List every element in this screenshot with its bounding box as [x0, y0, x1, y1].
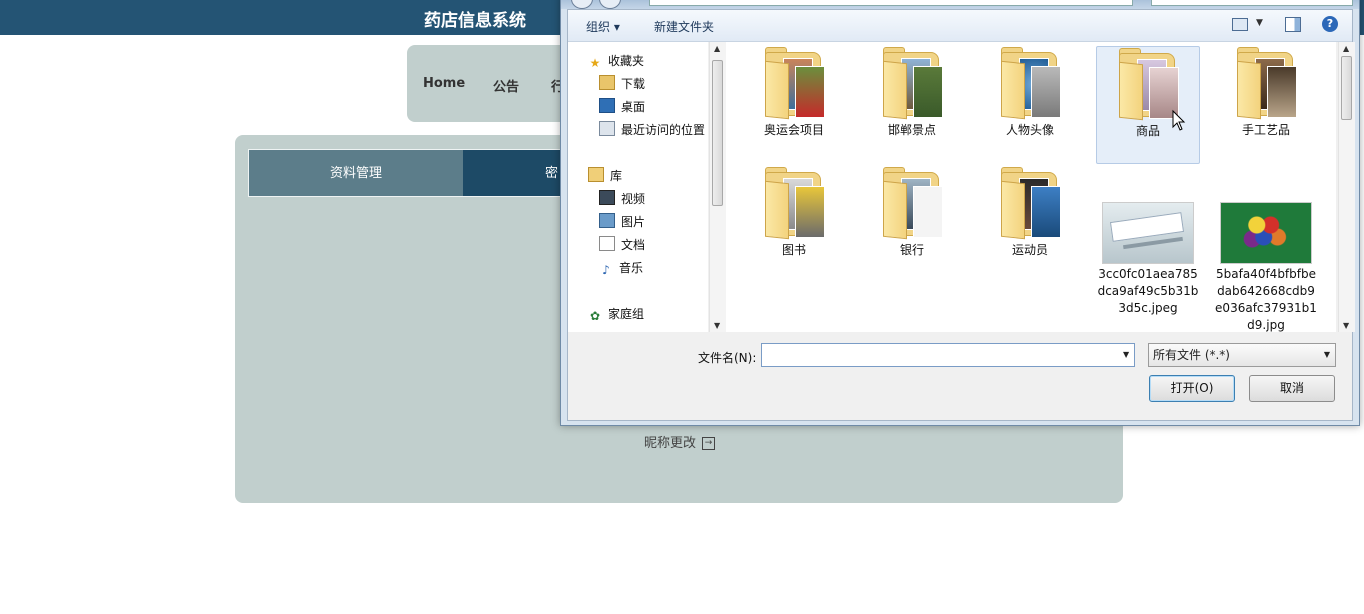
scroll-down-icon[interactable]: ▼ — [714, 321, 720, 330]
nav-announcement[interactable]: 公告 — [493, 76, 519, 95]
folder-icon — [1001, 167, 1061, 240]
navigation-scrollbar[interactable]: ▲ ▼ — [709, 42, 726, 332]
folder-icon — [1001, 47, 1061, 120]
item-label: 人物头像 — [1005, 123, 1054, 137]
address-bar[interactable] — [649, 0, 1133, 6]
image-file-item[interactable]: 3cc0fc01aea785dca9af49c5b31b3d5c.jpeg — [1096, 192, 1200, 317]
star-icon: ★ — [589, 56, 601, 70]
change-view-icon[interactable] — [1232, 18, 1248, 31]
item-label: 奥运会项目 — [763, 123, 824, 137]
billiards-image-thumbnail — [1220, 202, 1312, 264]
folder-icon — [883, 47, 943, 120]
nav-music[interactable]: ♪ 音乐 — [599, 259, 643, 279]
back-button[interactable] — [571, 0, 593, 9]
scroll-up-icon[interactable]: ▲ — [714, 44, 720, 53]
folder-item[interactable]: 邯郸景点 — [860, 46, 964, 139]
nav-recent-places[interactable]: 最近访问的位置 — [599, 121, 705, 141]
nav-libraries[interactable]: 库 — [588, 167, 622, 187]
dialog-body: 组织 ▾ 新建文件夹 ▼ ? ★ 收藏夹 下载 桌面 最近访问的位置 库 视频 图… — [567, 9, 1355, 421]
tab-profile-management[interactable]: 资料管理 — [248, 149, 464, 197]
preview-pane-icon[interactable] — [1285, 17, 1301, 32]
navigation-scroll-thumb[interactable] — [712, 60, 723, 206]
folder-item[interactable]: 银行 — [860, 166, 964, 259]
pictures-icon — [599, 213, 615, 228]
arrow-right-icon: → — [702, 437, 716, 450]
nav-videos[interactable]: 视频 — [599, 190, 645, 210]
folder-icon — [765, 47, 825, 120]
view-options-caret-icon[interactable]: ▼ — [1256, 18, 1263, 28]
chevron-down-icon: ▼ — [1323, 350, 1330, 359]
dialog-toolbar: 组织 ▾ 新建文件夹 ▼ ? — [568, 10, 1352, 42]
filename-dropdown-icon[interactable]: ▼ — [1123, 350, 1129, 359]
nickname-change-label: 昵称更改 — [644, 436, 697, 451]
file-list-scroll-thumb[interactable] — [1341, 56, 1352, 120]
nav-pictures[interactable]: 图片 — [599, 213, 645, 233]
folder-item[interactable]: 图书 — [742, 166, 846, 259]
item-label: 5bafa40f4bfbfbedab642668cdb9e036afc37931… — [1215, 267, 1317, 332]
open-button[interactable]: 打开(O) — [1149, 375, 1235, 402]
folder-icon — [883, 167, 943, 240]
folder-icon — [1237, 47, 1297, 120]
mouse-cursor-icon — [1172, 109, 1186, 131]
nav-homegroup[interactable]: ✿ 家庭组 — [588, 305, 644, 325]
help-icon[interactable]: ? — [1322, 16, 1338, 32]
item-label: 邯郸景点 — [887, 123, 936, 137]
music-icon: ♪ — [602, 263, 610, 277]
item-label: 运动员 — [1011, 243, 1048, 257]
nav-downloads[interactable]: 下载 — [599, 75, 645, 95]
item-label: 图书 — [781, 243, 806, 257]
nickname-change-link[interactable]: 昵称更改 → — [644, 432, 716, 451]
folder-item[interactable]: 手工艺品 — [1214, 46, 1318, 139]
folder-icon — [1119, 48, 1179, 121]
nav-home[interactable]: Home — [423, 76, 465, 91]
downloads-folder-icon — [599, 75, 615, 90]
nav-favorites[interactable]: ★ 收藏夹 — [588, 52, 644, 72]
folder-item[interactable]: 人物头像 — [978, 46, 1082, 139]
folder-item[interactable]: 运动员 — [978, 166, 1082, 259]
item-label: 银行 — [899, 243, 924, 257]
file-list-scrollbar[interactable]: ▲ ▼ — [1338, 42, 1355, 332]
scroll-down-icon[interactable]: ▼ — [1343, 321, 1349, 330]
homegroup-icon: ✿ — [589, 309, 601, 323]
nav-documents[interactable]: 文档 — [599, 236, 645, 256]
file-open-dialog: 组织 ▾ 新建文件夹 ▼ ? ★ 收藏夹 下载 桌面 最近访问的位置 库 视频 图… — [560, 0, 1360, 426]
filename-label: 文件名(N): — [698, 351, 757, 365]
navigation-pane: ★ 收藏夹 下载 桌面 最近访问的位置 库 视频 图片 文档 ♪ 音乐 ✿ 家庭组 — [568, 42, 708, 332]
item-label: 3cc0fc01aea785dca9af49c5b31b3d5c.jpeg — [1097, 267, 1199, 315]
new-folder-button[interactable]: 新建文件夹 — [654, 18, 714, 35]
cancel-button[interactable]: 取消 — [1249, 375, 1335, 402]
forward-button[interactable] — [599, 0, 621, 9]
medicine-image-thumbnail — [1102, 202, 1194, 264]
dialog-title-area — [561, 0, 1359, 9]
video-icon — [599, 190, 615, 205]
site-title: 药店信息系统 — [424, 11, 526, 31]
scroll-up-icon[interactable]: ▲ — [1343, 44, 1349, 53]
nav-desktop[interactable]: 桌面 — [599, 98, 645, 118]
filetype-value: 所有文件 (*.*) — [1153, 348, 1230, 362]
organize-menu[interactable]: 组织 ▾ — [586, 18, 620, 35]
filetype-select[interactable]: 所有文件 (*.*) ▼ — [1148, 343, 1336, 367]
library-icon — [588, 167, 604, 182]
search-box[interactable] — [1151, 0, 1353, 6]
desktop-icon — [599, 98, 615, 113]
folder-item-selected[interactable]: 商品 — [1096, 46, 1200, 164]
file-list: 奥运会项目 邯郸景点 人物头像 商品 手工艺品 图书 银行 运动员 3cc0fc… — [726, 42, 1336, 332]
item-label: 手工艺品 — [1241, 123, 1290, 137]
image-file-item[interactable]: 5bafa40f4bfbfbedab642668cdb9e036afc37931… — [1214, 192, 1318, 334]
folder-item[interactable]: 奥运会项目 — [742, 46, 846, 139]
folder-icon — [765, 167, 825, 240]
filename-input[interactable] — [761, 343, 1135, 367]
documents-icon — [599, 236, 615, 251]
recent-places-icon — [599, 121, 615, 136]
